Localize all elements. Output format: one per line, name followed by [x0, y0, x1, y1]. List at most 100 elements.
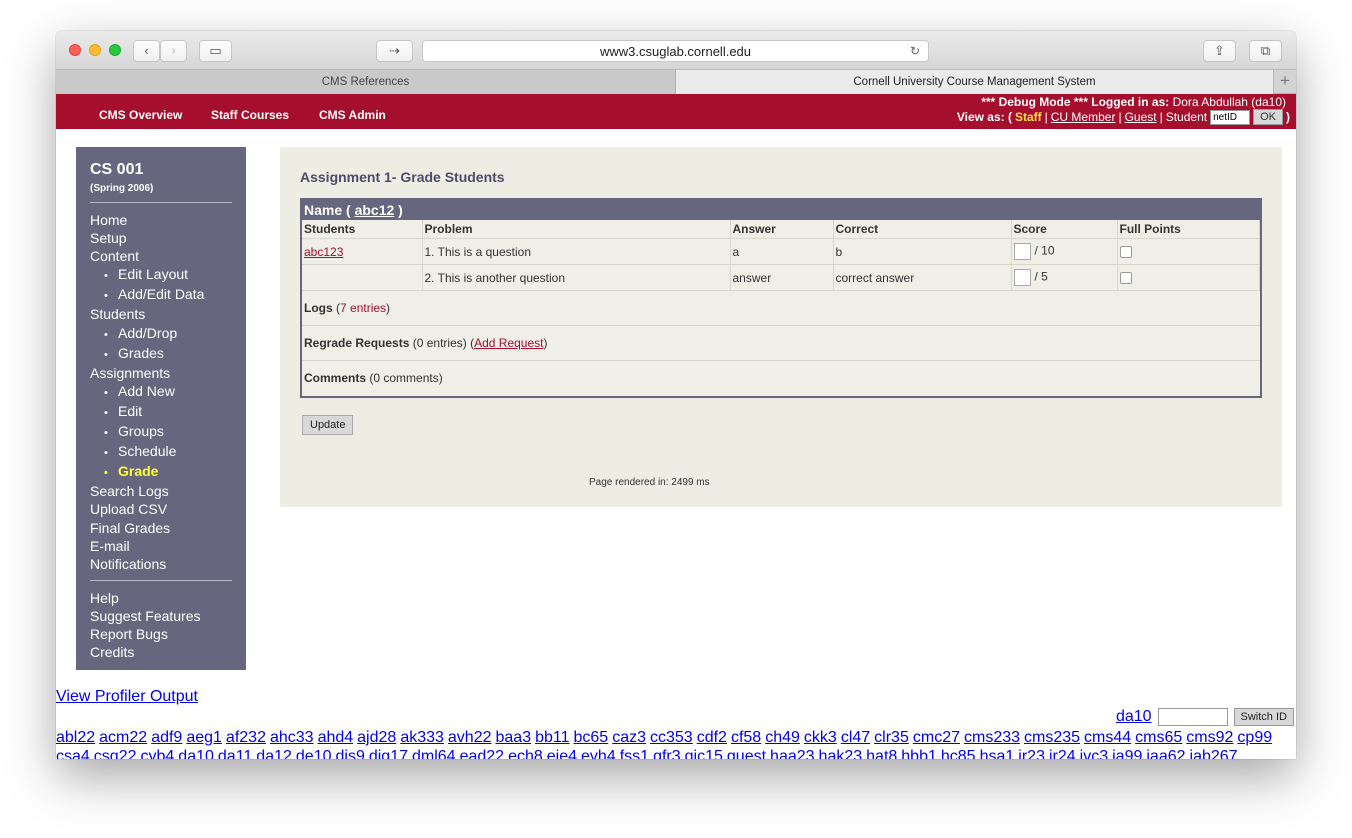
sidebar-item-add-edit-data[interactable]: Add/Edit Data [90, 285, 232, 305]
user-switch-link[interactable]: da12 [256, 748, 292, 759]
user-switch-link[interactable]: ak333 [400, 729, 444, 746]
nav-cms-admin[interactable]: CMS Admin [319, 108, 386, 122]
switch-id-button[interactable]: Switch ID [1233, 708, 1294, 726]
user-switch-link[interactable]: dig17 [369, 748, 408, 759]
sidebar-item-notifications[interactable]: Notifications [90, 555, 232, 573]
user-switch-link[interactable]: ch49 [765, 729, 800, 746]
user-switch-link[interactable]: cc353 [650, 729, 693, 746]
sidebar-toggle-icon[interactable]: ▭ [199, 40, 232, 62]
address-bar[interactable]: www3.csuglab.cornell.edu ↻ [422, 40, 929, 62]
user-switch-link[interactable]: ahd4 [318, 729, 354, 746]
current-user-link[interactable]: da10 [1116, 708, 1152, 726]
sidebar-item-add-new[interactable]: Add New [90, 382, 232, 402]
close-window-button[interactable] [69, 44, 81, 56]
reload-icon[interactable]: ↻ [910, 41, 920, 62]
back-icon[interactable]: ‹ [133, 40, 160, 62]
user-switch-link[interactable]: abl22 [56, 729, 95, 746]
bookmark-icon[interactable]: ⇢ [376, 40, 413, 62]
user-switch-link[interactable]: clr35 [874, 729, 909, 746]
user-switch-link[interactable]: gjc15 [685, 748, 723, 759]
sidebar-item-e-mail[interactable]: E-mail [90, 537, 232, 555]
user-switch-link[interactable]: aeg1 [186, 729, 222, 746]
sidebar-item-final-grades[interactable]: Final Grades [90, 519, 232, 537]
user-switch-link[interactable]: jvc3 [1080, 748, 1108, 759]
sidebar-item-credits[interactable]: Credits [90, 643, 232, 661]
user-switch-link[interactable]: de10 [296, 748, 332, 759]
logs-entries-link[interactable]: 7 entries [340, 301, 386, 315]
user-switch-link[interactable]: cms44 [1084, 729, 1131, 746]
user-switch-link[interactable]: ckk3 [804, 729, 837, 746]
user-switch-link[interactable]: cdf2 [697, 729, 727, 746]
user-switch-link[interactable]: hbb1 [901, 748, 937, 759]
user-switch-link[interactable]: guest [727, 748, 766, 759]
score-input[interactable] [1013, 269, 1031, 286]
user-switch-link[interactable]: baa3 [496, 729, 532, 746]
user-switch-link[interactable]: dml64 [412, 748, 456, 759]
user-switch-link[interactable]: af232 [226, 729, 266, 746]
tab-cms-references[interactable]: CMS References [56, 70, 676, 94]
user-switch-link[interactable]: cms233 [964, 729, 1020, 746]
user-switch-link[interactable]: csa4 [56, 748, 90, 759]
sidebar-item-edit-layout[interactable]: Edit Layout [90, 265, 232, 285]
sidebar-item-help[interactable]: Help [90, 589, 232, 607]
full-points-checkbox[interactable] [1119, 246, 1132, 259]
user-switch-link[interactable]: jaa62 [1146, 748, 1185, 759]
sidebar-item-grades[interactable]: Grades [90, 344, 232, 364]
sidebar-item-assignments[interactable]: Assignments [90, 364, 232, 382]
user-switch-link[interactable]: caz3 [612, 729, 646, 746]
user-switch-link[interactable]: ead22 [460, 748, 505, 759]
sidebar-item-schedule[interactable]: Schedule [90, 442, 232, 462]
sidebar-item-suggest-features[interactable]: Suggest Features [90, 607, 232, 625]
user-switch-link[interactable]: ir23 [1018, 748, 1045, 759]
user-switch-link[interactable]: hsa1 [980, 748, 1015, 759]
sidebar-item-edit[interactable]: Edit [90, 402, 232, 422]
user-switch-link[interactable]: fss1 [620, 748, 649, 759]
add-request-link[interactable]: Add Request [474, 336, 543, 350]
sidebar-item-grade[interactable]: Grade [90, 462, 232, 482]
minimize-window-button[interactable] [89, 44, 101, 56]
user-switch-link[interactable]: evh4 [581, 748, 616, 759]
view-as-guest-link[interactable]: Guest [1125, 110, 1157, 124]
user-switch-link[interactable]: jab267 [1190, 748, 1238, 759]
user-switch-link[interactable]: cms235 [1024, 729, 1080, 746]
switch-id-input[interactable] [1157, 708, 1228, 726]
sidebar-item-upload-csv[interactable]: Upload CSV [90, 500, 232, 518]
score-input[interactable] [1013, 243, 1031, 260]
user-switch-link[interactable]: ahc33 [270, 729, 314, 746]
user-switch-link[interactable]: ir24 [1049, 748, 1076, 759]
user-switch-link[interactable]: hc85 [941, 748, 976, 759]
sidebar-item-report-bugs[interactable]: Report Bugs [90, 625, 232, 643]
user-switch-link[interactable]: csg22 [94, 748, 137, 759]
netid-input[interactable] [1210, 109, 1251, 125]
view-as-cu-member-link[interactable]: CU Member [1051, 110, 1116, 124]
user-switch-link[interactable]: da10 [178, 748, 214, 759]
new-tab-icon[interactable]: + [1273, 70, 1296, 94]
user-switch-link[interactable]: avh22 [448, 729, 492, 746]
show-tabs-icon[interactable]: ⧉ [1249, 40, 1282, 62]
ok-button[interactable]: OK [1253, 109, 1283, 125]
user-switch-link[interactable]: haa23 [770, 748, 815, 759]
user-switch-link[interactable]: hak23 [819, 748, 863, 759]
student-link[interactable]: abc123 [304, 245, 343, 259]
user-switch-link[interactable]: cms92 [1186, 729, 1233, 746]
sidebar-item-setup[interactable]: Setup [90, 229, 232, 247]
nav-cms-overview[interactable]: CMS Overview [99, 108, 182, 122]
user-switch-link[interactable]: cmc27 [913, 729, 960, 746]
sidebar-item-search-logs[interactable]: Search Logs [90, 482, 232, 500]
tab-cms[interactable]: Cornell University Course Management Sys… [676, 70, 1273, 94]
sidebar-item-groups[interactable]: Groups [90, 422, 232, 442]
nav-staff-courses[interactable]: Staff Courses [211, 108, 289, 122]
share-icon[interactable]: ⇪ [1203, 40, 1236, 62]
sidebar-item-content[interactable]: Content [90, 247, 232, 265]
user-switch-link[interactable]: acm22 [99, 729, 147, 746]
user-switch-link[interactable]: cyb4 [141, 748, 175, 759]
user-switch-link[interactable]: cms65 [1135, 729, 1182, 746]
user-switch-link[interactable]: hat8 [866, 748, 897, 759]
user-switch-link[interactable]: ja99 [1112, 748, 1142, 759]
forward-icon[interactable]: › [160, 40, 187, 62]
full-points-checkbox[interactable] [1119, 272, 1132, 285]
user-switch-link[interactable]: da11 [218, 748, 252, 759]
user-switch-link[interactable]: eje4 [547, 748, 577, 759]
user-switch-link[interactable]: dis9 [335, 748, 364, 759]
sidebar-item-add-drop[interactable]: Add/Drop [90, 324, 232, 344]
